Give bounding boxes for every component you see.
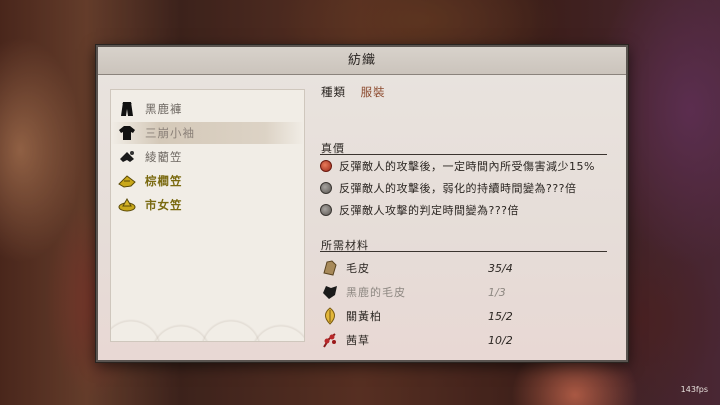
material-row: 關黃柏 15/2 <box>320 305 610 327</box>
recipe-item-ayai-gasa[interactable]: 綾藺笠 <box>111 146 304 168</box>
weaving-panel: 紡織 黑鹿褲 三崩小袖 綾藺笠 棕櫚笠 市女笠 種類 服裝 真價 反彈敵人的攻擊… <box>96 45 628 362</box>
recipe-item-ichime-gasa[interactable]: 市女笠 <box>111 194 304 216</box>
kind-row: 種類 服裝 <box>321 84 386 100</box>
material-row: 毛皮 35/4 <box>320 257 610 279</box>
effect-row: 反彈敵人攻擊的判定時間變為???倍 <box>320 202 519 218</box>
effect-text: 反彈敵人的攻擊後，弱化的持續時間變為???倍 <box>339 182 577 195</box>
black-trousers-icon <box>117 100 137 118</box>
recipe-item-label: 三崩小袖 <box>145 126 195 140</box>
recipe-item-label: 市女笠 <box>145 198 183 212</box>
material-count: 10/2 <box>488 333 513 347</box>
black-deer-fur-icon <box>320 283 340 301</box>
material-row: 黑鹿的毛皮 1/3 <box>320 281 610 303</box>
panel-title: 紡織 <box>98 47 626 75</box>
recipe-item-sanpo-kosode[interactable]: 三崩小袖 <box>111 122 304 144</box>
gold-hat-icon <box>117 172 137 190</box>
recipe-item-black-deer-trousers[interactable]: 黑鹿褲 <box>111 98 304 120</box>
recipe-item-label: 綾藺笠 <box>145 150 183 164</box>
recipe-item-label: 黑鹿褲 <box>145 102 183 116</box>
material-name: 茜草 <box>346 334 370 347</box>
material-count: 15/2 <box>488 309 513 323</box>
locked-effect-icon <box>320 204 332 216</box>
material-name: 黑鹿的毛皮 <box>346 286 406 299</box>
true-value-divider <box>320 154 607 155</box>
dark-hat-icon <box>117 148 137 166</box>
material-row: 茜草 10/2 <box>320 329 610 351</box>
material-count: 1/3 <box>488 285 506 299</box>
gold-wide-hat-icon <box>117 196 137 214</box>
active-effect-icon <box>320 160 332 172</box>
cork-tree-icon <box>320 307 340 325</box>
locked-effect-icon <box>320 182 332 194</box>
recipe-list: 黑鹿褲 三崩小袖 綾藺笠 棕櫚笠 市女笠 <box>110 89 305 342</box>
effect-row: 反彈敵人的攻擊後，一定時間內所受傷害減少15% <box>320 158 595 174</box>
fur-icon <box>320 259 340 277</box>
kind-value: 服裝 <box>360 85 386 99</box>
effect-text: 反彈敵人的攻擊後，一定時間內所受傷害減少15% <box>339 160 595 173</box>
material-name: 毛皮 <box>346 262 370 275</box>
effect-row: 反彈敵人的攻擊後，弱化的持續時間變為???倍 <box>320 180 577 196</box>
material-name: 關黃柏 <box>346 310 382 323</box>
black-kosode-icon <box>117 124 137 142</box>
fps-counter: 143fps <box>680 385 708 394</box>
recipe-item-label: 棕櫚笠 <box>145 174 183 188</box>
effect-text: 反彈敵人攻擊的判定時間變為???倍 <box>339 204 520 217</box>
recipe-item-shuro-gasa[interactable]: 棕櫚笠 <box>111 170 304 192</box>
material-count: 35/4 <box>488 261 513 275</box>
kind-label: 種類 <box>321 85 346 99</box>
materials-divider <box>320 251 607 252</box>
madder-icon <box>320 331 340 349</box>
